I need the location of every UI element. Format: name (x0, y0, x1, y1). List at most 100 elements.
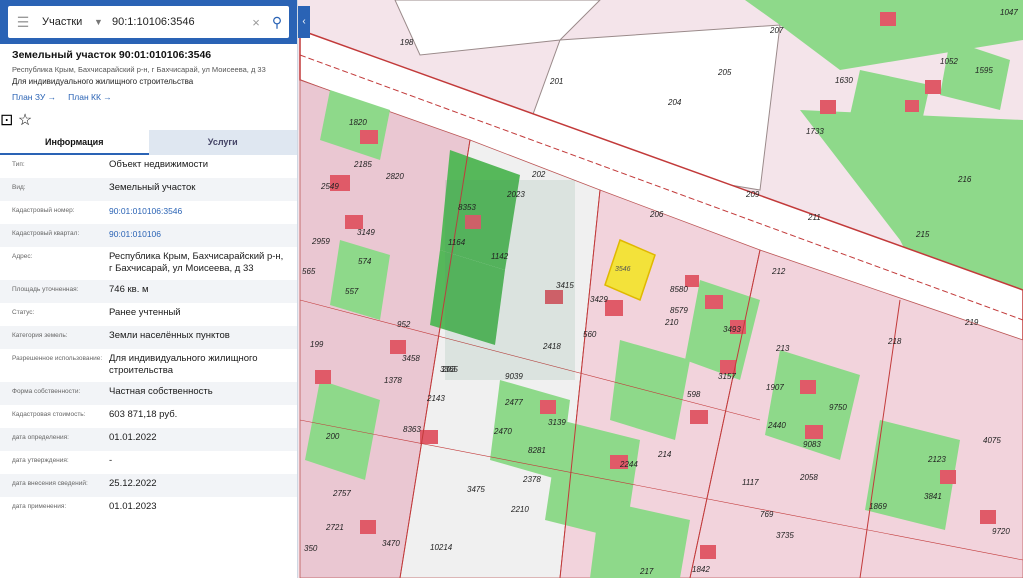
map-label: 1630 (835, 76, 853, 85)
cadastral-number-link[interactable]: 90:01:010106:3546 (109, 205, 285, 219)
tab-bar: Информация Услуги (0, 130, 297, 155)
property-value: 25.12.2022 (109, 478, 157, 489)
cadastral-quarter-link[interactable]: 90:01:010106 (109, 228, 285, 242)
property-row: Кадастровый номер: 90:01:010106:3546 (0, 201, 297, 224)
map-label: 199 (310, 340, 324, 349)
map-label: 8281 (528, 446, 546, 455)
map-label: 8580 (670, 285, 688, 294)
plan-kk-link[interactable]: План КК → (68, 92, 112, 102)
parcel-address: Республика Крым, Бахчисарайский р-н, г Б… (12, 65, 266, 74)
map-label: 8353 (458, 203, 476, 212)
property-label: Кадастровый квартал: (12, 230, 80, 237)
property-row: Форма собственности: Частная собственност… (0, 382, 297, 405)
map-label: 2721 (326, 523, 344, 532)
property-label: Кадастровый номер: (12, 207, 75, 214)
property-label: Категория земель: (12, 332, 68, 339)
map-label: 212 (772, 267, 786, 276)
map-label: 206 (650, 210, 664, 219)
clear-icon[interactable]: × (247, 15, 265, 30)
map-label: 3139 (548, 418, 566, 427)
search-type-select[interactable]: Участки (38, 16, 94, 28)
map-label: 4075 (983, 436, 1001, 445)
map-label: 1820 (349, 118, 367, 127)
map-label: 769 (760, 510, 774, 519)
map-label: 1907 (766, 383, 784, 392)
map-label: 1733 (806, 127, 824, 136)
map-label: 3365 (440, 365, 458, 374)
property-label: Разрешенное использование: (12, 355, 103, 362)
map-label: 8363 (403, 425, 421, 434)
map-label: 3735 (776, 531, 794, 540)
map-label: 2143 (427, 394, 445, 403)
map-label: 2185 (354, 160, 372, 169)
property-value: 01.01.2022 (109, 432, 157, 443)
tab-services[interactable]: Услуги (148, 130, 297, 155)
map-label: 2757 (333, 489, 351, 498)
property-row: Кадастровая стоимость: 603 871,18 руб. (0, 405, 297, 428)
property-row: Площадь уточненная: 746 кв. м (0, 280, 297, 303)
search-input[interactable]: 90:1:10106:3546 (108, 16, 247, 28)
map-label: 2477 (505, 398, 523, 407)
map-label: 3475 (467, 485, 485, 494)
map-label: 1047 (1000, 8, 1018, 17)
map-label: 9083 (803, 440, 821, 449)
map-label: 1842 (692, 565, 710, 574)
map-label: 200 (326, 432, 340, 441)
property-row: дата внесения сведений: 25.12.2022 (0, 474, 297, 497)
map-label: 201 (550, 77, 564, 86)
property-value: Объект недвижимости (109, 159, 209, 170)
property-value: - (109, 455, 113, 466)
map-label: 1117 (742, 478, 759, 487)
map-label: 2058 (800, 473, 818, 482)
map-label: 3841 (924, 492, 942, 501)
map-label: 215 (916, 230, 930, 239)
map-label: 202 (532, 170, 546, 179)
property-value: Земли населённых пунктов (109, 330, 230, 341)
map-label: 2378 (523, 475, 541, 484)
property-label: дата внесения сведений: (12, 480, 88, 487)
chevron-down-icon[interactable]: ▼ (94, 17, 108, 27)
parcel-title: Земельный участок 90:01:010106:3546 (12, 49, 212, 61)
map-label: 211 (808, 213, 821, 222)
map-label: 2418 (543, 342, 561, 351)
search-icon[interactable]: ⚲ (265, 14, 289, 31)
map-select-icon[interactable]: ⊡ (0, 112, 13, 129)
collapse-panel-button[interactable]: ‹ (298, 6, 310, 38)
property-value: Земельный участок (109, 182, 196, 193)
property-label: Адрес: (12, 253, 33, 260)
map-label: 3157 (718, 372, 736, 381)
property-label: Форма собственности: (12, 388, 81, 395)
property-row: Категория земель: Земли населённых пункто… (0, 326, 297, 349)
map-label: 10214 (430, 543, 453, 552)
menu-icon[interactable]: ☰ (8, 14, 38, 31)
property-row: дата утверждения: - (0, 451, 297, 474)
property-value: Ранее учтенный (109, 307, 181, 318)
map-label: 8579 (670, 306, 688, 315)
property-row: Разрешенное использование: Для индивидуал… (0, 349, 297, 382)
property-value: 603 871,18 руб. (109, 409, 178, 420)
map-label: 207 (770, 26, 784, 35)
property-label: дата применения: (12, 503, 67, 510)
map-label: 3458 (402, 354, 420, 363)
property-row: дата определения: 01.01.2022 (0, 428, 297, 451)
map-label: 2820 (386, 172, 404, 181)
property-row: Вид: Земельный участок (0, 178, 297, 201)
map-label: 1164 (448, 238, 466, 247)
map-label: 219 (965, 318, 979, 327)
tab-info[interactable]: Информация (0, 130, 149, 155)
map-label: 2470 (494, 427, 512, 436)
property-label: Площадь уточненная: (12, 286, 79, 293)
map-label: 213 (776, 344, 790, 353)
map-label: 565 (302, 267, 316, 276)
map-label: 3493 (723, 325, 741, 334)
property-label: дата утверждения: (12, 457, 69, 464)
property-label: дата определения: (12, 434, 69, 441)
property-value: Республика Крым, Бахчисарайский р-н, г Б… (109, 251, 284, 274)
info-panel: ☰ Участки ▼ 90:1:10106:3546 × ⚲ Земельны… (0, 0, 298, 578)
plan-zu-link[interactable]: План ЗУ → (12, 92, 56, 102)
map-label: 3149 (357, 228, 375, 237)
map-label: 205 (718, 68, 732, 77)
map-label: 9750 (829, 403, 847, 412)
map-label: 2440 (768, 421, 786, 430)
favorite-icon[interactable]: ☆ (18, 112, 32, 129)
